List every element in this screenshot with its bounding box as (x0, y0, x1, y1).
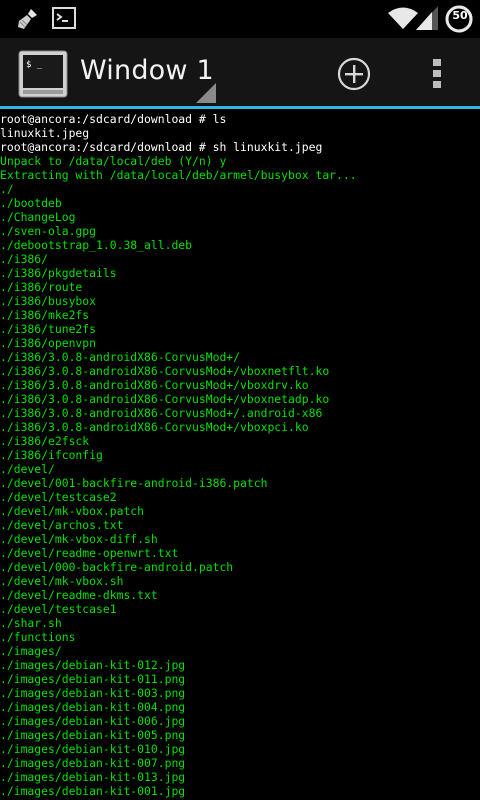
terminal-line: ./bootdeb (0, 196, 62, 210)
terminal-line: ./images/ (0, 644, 62, 658)
terminal-line: ./i386/ifconfig (0, 448, 103, 462)
svg-text:$ _: $ _ (26, 60, 43, 70)
wifi-icon (388, 6, 418, 34)
broom-icon (16, 7, 40, 35)
battery-level: 50 (452, 9, 468, 22)
terminal-line: ./i386/mke2fs (0, 308, 90, 322)
terminal-line: ./devel/archos.txt (0, 518, 124, 532)
terminal-line: ./images/debian-kit-010.jpg (0, 742, 186, 756)
terminal-line: ./images/debian-kit-013.jpg (0, 770, 186, 784)
terminal-app-icon[interactable]: $ _ (18, 50, 68, 102)
window-dropdown-icon[interactable] (196, 83, 216, 107)
terminal-line: ./devel/readme-dkms.txt (0, 588, 158, 602)
terminal-line: ./images/debian-kit-003.png (0, 686, 186, 700)
terminal-line: ./i386/3.0.8-androidX86-CorvusMod+/vboxd… (0, 378, 309, 392)
add-window-icon[interactable] (337, 57, 371, 95)
terminal-line: ./images/debian-kit-012.jpg (0, 658, 186, 672)
terminal-line: ./devel/mk-vbox.sh (0, 574, 124, 588)
terminal-line: ./devel/readme-openwrt.txt (0, 546, 179, 560)
terminal-line: ./images/debian-kit-007.png (0, 756, 186, 770)
terminal-line: ./i386/route (0, 280, 83, 294)
terminal-line: ./ (0, 182, 14, 196)
terminal-line: ./i386/3.0.8-androidX86-CorvusMod+/vboxn… (0, 392, 330, 406)
terminal-line: root@ancora:/sdcard/download # sh linuxk… (0, 140, 323, 154)
window-title[interactable]: Window 1 (80, 55, 214, 86)
terminal-line: linuxkit.jpeg (0, 126, 90, 140)
terminal-line: ./i386/3.0.8-androidX86-CorvusMod+/vboxp… (0, 420, 309, 434)
app-bar (0, 38, 480, 106)
terminal-line: ./sven-ola.gpg (0, 224, 97, 238)
signal-icon (416, 6, 438, 34)
terminal-line: ./i386/openvpn (0, 336, 97, 350)
terminal-line: ./devel/000-backfire-android.patch (0, 560, 234, 574)
terminal-line: ./devel/001-backfire-android-i386.patch (0, 476, 268, 490)
terminal-line: root@ancora:/sdcard/download # ls (0, 112, 227, 126)
terminal-line: ./images/debian-kit-011.png (0, 672, 186, 686)
terminal-line: ./ChangeLog (0, 210, 76, 224)
terminal-line: ./images/debian-kit-006.jpg (0, 714, 186, 728)
terminal-line: ./images/debian-kit-001.jpg (0, 784, 186, 798)
terminal-line: ./devel/mk-vbox.patch (0, 504, 145, 518)
terminal-line: ./i386/3.0.8-androidX86-CorvusMod+/.andr… (0, 406, 323, 420)
terminal-line: ./devel/testcase2 (0, 490, 117, 504)
terminal-notification-icon (52, 7, 76, 33)
terminal-line: ./devel/mk-vbox-diff.sh (0, 532, 158, 546)
terminal-line: ./i386/ (0, 252, 49, 266)
terminal-line: ./i386/3.0.8-androidX86-CorvusMod+/vboxn… (0, 364, 330, 378)
terminal-line: ./shar.sh (0, 616, 62, 630)
terminal-output[interactable]: root@ancora:/sdcard/download # ls linuxki… (0, 112, 480, 800)
terminal-line: ./i386/e2fsck (0, 434, 90, 448)
terminal-line: ./i386/pkgdetails (0, 266, 117, 280)
terminal-line: ./functions (0, 630, 76, 644)
terminal-line: ./i386/tune2fs (0, 322, 97, 336)
terminal-line: ./images/debian-kit-004.png (0, 700, 186, 714)
terminal-line: ./images/debian-kit-005.png (0, 728, 186, 742)
terminal-line: ./devel/ (0, 462, 55, 476)
terminal-line: ./debootstrap_1.0.38_all.deb (0, 238, 193, 252)
terminal-line: ./i386/busybox (0, 294, 97, 308)
overflow-menu-icon[interactable] (430, 57, 444, 95)
terminal-line: ./devel/testcase1 (0, 602, 117, 616)
terminal-line: ./i386/3.0.8-androidX86-CorvusMod+/ (0, 350, 241, 364)
app-bar-divider (0, 106, 480, 109)
status-bar: 50 (0, 0, 480, 38)
terminal-line: Unpack to /data/local/deb (Y/n) y (0, 154, 227, 168)
terminal-line: Extracting with /data/local/deb/armel/bu… (0, 168, 357, 182)
